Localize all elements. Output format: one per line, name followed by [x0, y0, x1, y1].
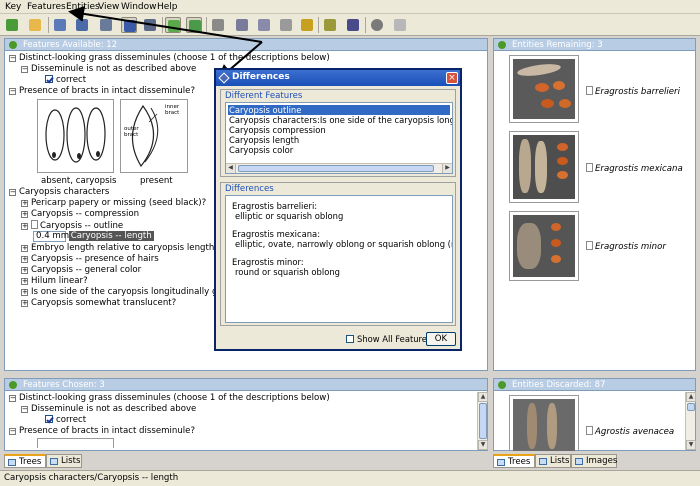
different-features-group: Different Features Caryopsis outline Car…	[220, 89, 456, 177]
differences-label: Differences	[225, 184, 274, 194]
feature-list-item[interactable]: Caryopsis compression	[228, 125, 450, 135]
close-icon[interactable]: ×	[446, 72, 458, 84]
show-all-features-checkbox[interactable]	[346, 335, 354, 343]
differences-dialog: Differences × Different Features Caryops…	[214, 68, 462, 351]
difference-entity-label: Eragrostis barrelieri:	[232, 201, 318, 211]
ok-button[interactable]: OK	[426, 332, 456, 346]
feature-list-item[interactable]: Caryopsis outline	[228, 105, 450, 115]
difference-value: round or squarish oblong	[235, 267, 340, 277]
dialog-title-bar[interactable]: Differences ×	[216, 70, 460, 86]
different-features-list[interactable]: Caryopsis outline Caryopsis characters:I…	[225, 102, 453, 174]
differences-group: Differences Eragrostis barrelieri: ellip…	[220, 182, 456, 326]
show-all-features-label: Show All Features	[357, 334, 432, 344]
difference-entity-label: Eragrostis mexicana:	[232, 229, 321, 239]
show-all-features-option[interactable]: Show All Features	[346, 334, 431, 344]
scroll-left-icon[interactable]: ◀	[226, 164, 236, 173]
feature-list-item[interactable]: Caryopsis color	[228, 145, 450, 155]
feature-list-item[interactable]: Caryopsis length	[228, 135, 450, 145]
scroll-thumb[interactable]	[238, 165, 434, 172]
app-diamond-icon	[218, 72, 230, 84]
different-features-label: Different Features	[225, 91, 303, 101]
features-hscrollbar[interactable]: ◀ ▶	[226, 163, 452, 173]
difference-entity-label: Eragrostis minor:	[232, 257, 304, 267]
differences-text-area[interactable]: Eragrostis barrelieri: elliptic or squar…	[225, 195, 453, 323]
feature-list-item[interactable]: Caryopsis characters:Is one side of the …	[228, 115, 452, 125]
dialog-title: Differences	[232, 72, 290, 82]
arrow-to-entities-menu	[68, 5, 263, 43]
difference-value: elliptic or squarish oblong	[235, 211, 344, 221]
scroll-right-icon[interactable]: ▶	[442, 164, 452, 173]
difference-value: elliptic, ovate, narrowly oblong or squa…	[235, 239, 452, 249]
